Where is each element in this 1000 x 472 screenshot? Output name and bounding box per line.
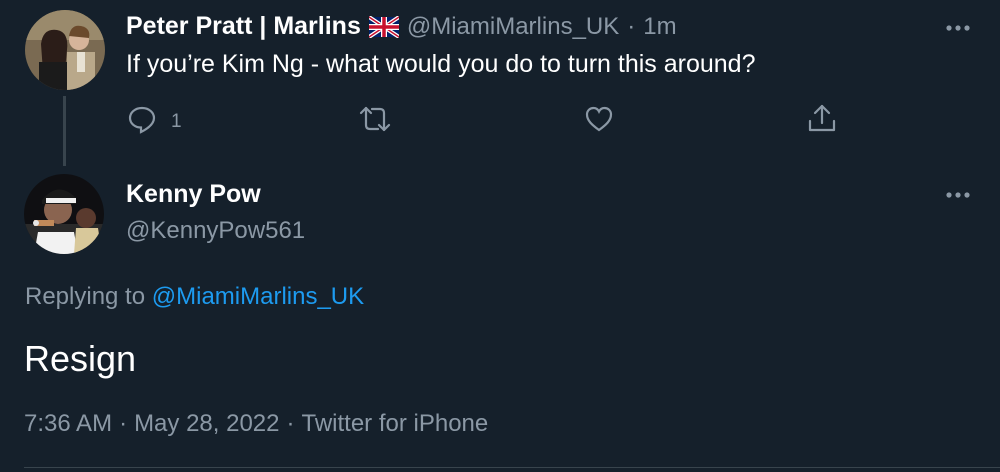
tweet-time[interactable]: 7:36 AM [24,410,112,438]
reply-tweet-author: Kenny Pow @KennyPow561 [126,180,305,245]
thread-line [63,96,66,166]
uk-flag-icon [367,14,400,39]
separator-dot: · [286,410,295,437]
parent-tweet-text: If you’re Kim Ng - what would you do to … [126,50,756,78]
heart-icon [584,106,614,138]
avatar-peter-pratt[interactable] [25,10,105,90]
more-options-icon[interactable] [944,14,972,49]
handle[interactable]: @KennyPow561 [126,217,305,245]
divider [24,467,1000,468]
like-button[interactable] [584,104,614,139]
avatar-image [25,10,105,90]
reply-icon [127,104,157,140]
handle[interactable]: @MiamiMarlins_UK [407,13,619,41]
reply-count: 1 [171,111,182,132]
avatar-image [24,174,104,254]
replying-to: Replying to @MiamiMarlins_UK [25,283,364,311]
display-name[interactable]: Peter Pratt | Marlins [126,12,361,41]
parent-tweet-header: Peter Pratt | Marlins @MiamiMarlins_UK ·… [126,12,677,41]
timestamp[interactable]: 1m [643,13,676,41]
separator-dot: · [627,12,636,40]
tweet-metadata: 7:36 AM · May 28, 2022 · Twitter for iPh… [24,410,488,438]
share-button[interactable] [806,102,838,139]
reply-button[interactable]: 1 [127,104,182,140]
replying-to-label: Replying to [25,283,146,310]
more-options-icon[interactable] [944,181,972,216]
share-icon [806,104,838,138]
tweet-source[interactable]: Twitter for iPhone [302,410,489,438]
replying-to-handle-link[interactable]: @MiamiMarlins_UK [152,283,364,310]
retweet-button[interactable] [358,104,392,139]
avatar-kenny-pow[interactable] [24,174,104,254]
separator-dot: · [119,410,128,437]
reply-tweet-text: Resign [24,338,137,379]
display-name[interactable]: Kenny Pow [126,180,305,209]
retweet-icon [358,106,392,138]
tweet-date[interactable]: May 28, 2022 [134,410,279,438]
